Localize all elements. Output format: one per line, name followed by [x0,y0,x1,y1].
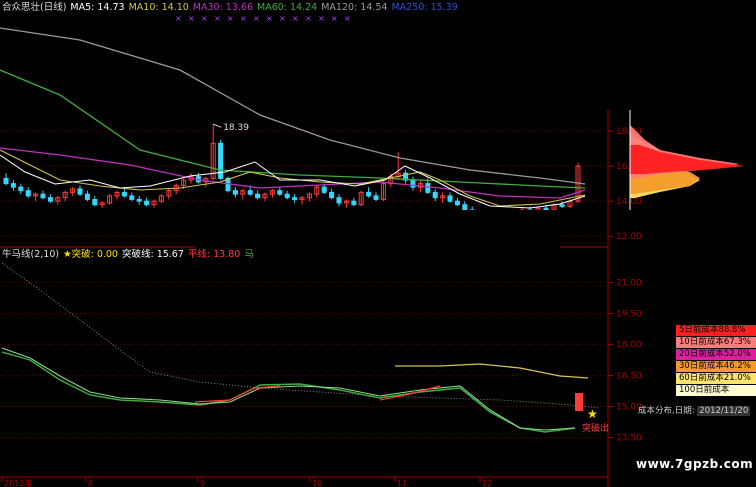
time-tick-label: 9 [200,479,205,487]
candle-body [432,191,438,199]
watermark: www.7gpzb.com [636,457,754,471]
cost-100-day: 100日前成本13.1% [676,385,756,406]
ma-cross-marker: × [214,14,221,23]
ma5-label: MA5: 14.73 [70,2,125,13]
cost-30-day: 30日前成本46.2% [676,361,756,372]
flat-line-value: 平线: 13.80 [187,249,241,260]
mask-middle [195,210,560,275]
candle-body [40,193,46,199]
ma-cross-marker: × [318,14,325,23]
ox-line [1,347,576,431]
candle-body [366,191,372,197]
indicator-tick-label: 21.00 [616,279,642,289]
cost-date-value: 2012/11/20 [697,406,751,416]
candle-body [136,198,142,202]
ma-cross-marker: × [331,14,338,23]
ma60-label: MA60: 14.24 [257,2,318,13]
stock-title: 合众思壮(日线) [2,2,67,13]
ma-cross-marker: × [253,14,260,23]
high-marker [213,123,222,128]
cost-60-day: 60日前成本21.0% [676,373,756,384]
candle-body [92,198,98,206]
candle-body [121,191,127,197]
ma-cross-marker: × [188,14,195,23]
signal-bar [575,393,583,411]
indicator-tick-label: 18.00 [616,341,642,351]
cost-distribution-panel: 5日前成本88.8% 10日前成本67.3% 20日前成本52.0% 30日前成… [676,325,756,406]
cost-5-day: 5日前成本88.8% [676,325,756,336]
horse-line [1,351,576,433]
mask-top-right [428,0,756,110]
indicator-legend: 牛马线(2,10) ★突破: 0.00 突破线: 15.67 平线: 13.80… [2,249,254,261]
ma-cross-marker: × [292,14,299,23]
candle-body [10,183,16,188]
cost-10-day: 10日前成本67.3% [676,337,756,348]
candle-body [425,183,431,193]
cost-date-label: 成本分布,日期 [638,406,692,416]
ma-cross-marker: × [305,14,312,23]
time-tick-label: 12 [482,479,492,487]
ma-cross-marker: × [344,14,351,23]
time-tick-label: 11 [397,479,407,487]
breakout-line [395,363,589,379]
candle-body [25,190,31,197]
candle-body [543,207,549,211]
candle-body [447,195,453,202]
candle-body [47,197,53,202]
candle-body [232,190,238,195]
price-tick-label: 14.00 [616,197,642,207]
ma-legend: 合众思壮(日线) MA5: 14.73 MA10: 14.10 MA30: 13… [2,2,458,14]
ma-cross-marker: × [201,14,208,23]
time-tick-label: 10 [312,479,322,487]
candle-body [329,191,335,199]
chip-distribution-layer-3 [630,145,745,174]
candle-body [462,204,468,211]
time-tick-label: 2012年 [4,478,32,487]
ma-cross-marker: × [266,14,273,23]
candle-body [247,190,253,195]
candle-body [77,188,83,195]
indicator-tick-label: 19.50 [616,310,642,320]
candle-body [559,204,565,207]
candle-body [351,200,357,206]
candle-body [336,197,342,204]
breakout-star-icon: ★ [587,407,598,421]
candle-body [144,200,150,206]
flat-line-segment-1 [194,385,281,403]
breakout-value: ★突破: 0.00 [63,249,118,260]
cost-date-line: 成本分布,日期: 2012/11/20 [638,406,751,416]
candle-body [3,177,9,185]
candle-body [255,193,261,199]
time-tick-label: 8 [88,479,93,487]
indicator-tick-label: 16.50 [616,372,642,382]
breakout-line-value: 突破线: 15.67 [121,249,184,260]
candle-body [454,200,460,206]
candle-body [277,190,283,195]
candle-body [84,193,90,200]
ma-cross-marker: × [175,14,182,23]
candle-body [129,195,135,200]
candle-body [321,186,327,193]
ma250-label: MA250: 15.39 [391,2,458,13]
indicator-tick-label: 13.50 [616,434,642,444]
cost-20-day: 20日前成本52.0% [676,349,756,360]
candle-body [292,197,298,200]
price-tick-label: 12.00 [616,232,642,242]
high-annotation: 18.39 [223,123,249,133]
indicator-title: 牛马线(2,10) [2,249,60,260]
ma-cross-marker: × [227,14,234,23]
candle-body [284,193,290,199]
candle-body [373,195,379,200]
ma-cross-marker: × [240,14,247,23]
ma-cross-marker: × [279,14,286,23]
ma120-label: MA120: 14.54 [321,2,388,13]
horse-line-label: 马 [244,249,254,260]
breakout-signal-label: 突破出 [582,424,610,434]
ma30-label: MA30: 13.66 [192,2,253,13]
ma10-label: MA10: 14.10 [128,2,189,13]
candle-body [18,186,24,192]
